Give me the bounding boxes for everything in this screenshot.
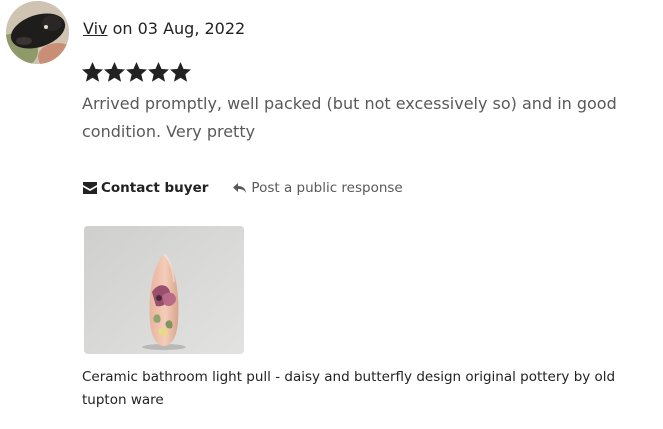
date-prefix: on	[107, 19, 138, 38]
review-actions: Contact buyer Post a public response	[82, 178, 403, 198]
reviewer-avatar[interactable]	[6, 1, 69, 64]
star-icon	[82, 62, 103, 84]
review-date: 03 Aug, 2022	[137, 19, 246, 38]
review-text: Arrived promptly, well packed (but not e…	[82, 94, 617, 141]
post-public-response-button[interactable]: Post a public response	[232, 180, 403, 196]
reviewer-name-link[interactable]: Viv	[83, 19, 108, 38]
star-rating	[82, 62, 191, 84]
envelope-icon	[82, 181, 98, 195]
star-icon	[104, 62, 125, 84]
reply-arrow-icon	[232, 182, 247, 194]
contact-buyer-label: Contact buyer	[101, 180, 209, 196]
product-image[interactable]	[84, 226, 244, 354]
star-icon	[126, 62, 147, 84]
reviewer-line: Viv on 03 Aug, 2022	[83, 19, 245, 39]
product-title-link[interactable]: Ceramic bathroom light pull - daisy and …	[82, 366, 657, 412]
star-icon	[170, 62, 191, 84]
star-icon	[148, 62, 169, 84]
contact-buyer-button[interactable]: Contact buyer	[82, 180, 208, 196]
post-response-label: Post a public response	[251, 180, 403, 196]
